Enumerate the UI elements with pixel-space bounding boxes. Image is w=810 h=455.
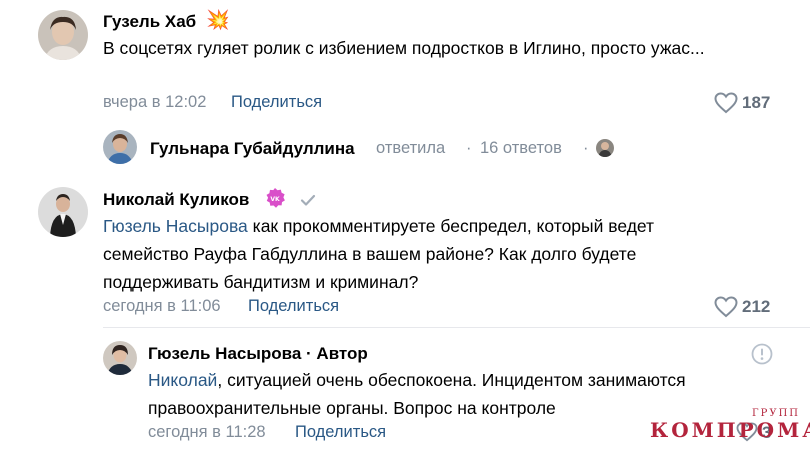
avatar-guzel-nasyrova[interactable] [103, 341, 137, 375]
burst-emoji: 💥 [206, 10, 230, 31]
report-icon[interactable] [751, 343, 773, 365]
svg-text:VK: VK [270, 196, 280, 203]
check-icon [300, 194, 316, 206]
avatar-small[interactable] [596, 139, 614, 157]
avatar-image [103, 130, 137, 164]
avatar-guzel-hab[interactable] [38, 10, 88, 60]
separator-dot: · [583, 139, 589, 157]
mention-link[interactable]: Гюзель Насырова [103, 216, 248, 236]
avatar-nikolay[interactable] [38, 187, 88, 237]
avatar-image [38, 10, 88, 60]
share-button[interactable]: Поделиться [295, 423, 386, 442]
comment-time[interactable]: вчера в 12:02 [103, 93, 206, 112]
comment-author[interactable]: Николай Куликов [103, 190, 249, 210]
heart-icon[interactable] [714, 92, 738, 114]
heart-icon[interactable] [714, 296, 738, 318]
like-count: 187 [742, 93, 771, 112]
reply-time[interactable]: сегодня в 11:28 [148, 423, 266, 442]
divider [103, 327, 810, 328]
vk-badge-icon: VK [266, 188, 285, 208]
avatar-image [38, 187, 88, 237]
reply-text: , ситуацией очень обеспокоена. Инциденто… [148, 370, 686, 418]
reply-text-block: Николай, ситуацией очень обеспокоена. Ин… [148, 366, 768, 422]
comment-author[interactable]: Гузель Хаб [103, 12, 196, 32]
replies-count-link[interactable]: 16 ответов [480, 139, 562, 158]
share-button[interactable]: Поделиться [248, 297, 339, 316]
mention-link[interactable]: Николай [148, 370, 217, 390]
avatar-image [103, 341, 137, 375]
watermark-logo: КОМПРОМАТ [650, 418, 810, 442]
comment-time[interactable]: сегодня в 11:06 [103, 297, 221, 316]
comment-text-block: Гюзель Насырова как прокомментируете бес… [103, 212, 743, 296]
comment-text: В соцсетях гуляет ролик с избиением подр… [103, 38, 705, 58]
like-count: 212 [742, 297, 771, 316]
separator-dot: · [466, 139, 472, 157]
reply-author[interactable]: Гюзель Насырова · Автор [148, 344, 368, 364]
reply-action: ответила [376, 139, 446, 157]
share-button[interactable]: Поделиться [231, 93, 322, 112]
reply-author[interactable]: Гульнара Губайдуллина [150, 139, 355, 159]
avatar-image [596, 139, 614, 157]
avatar-gulnara[interactable] [103, 130, 137, 164]
